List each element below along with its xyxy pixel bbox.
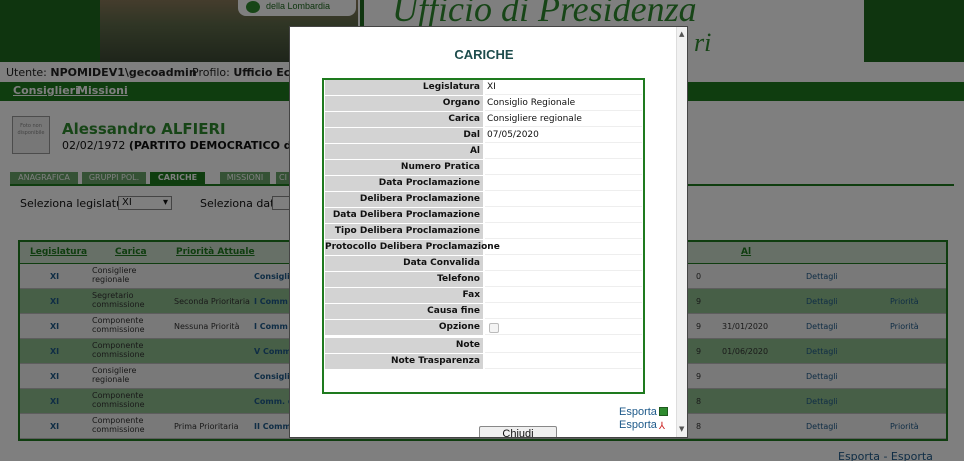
- export-excel-label: Esporta: [619, 406, 657, 418]
- detail-row: Delibera Proclamazione: [325, 192, 642, 208]
- detail-row: Causa fine: [325, 304, 642, 320]
- excel-icon: [658, 407, 668, 416]
- detail-row: Fax: [325, 288, 642, 304]
- detail-value: [485, 208, 642, 223]
- detail-value: [485, 192, 642, 207]
- detail-label: Opzione: [325, 320, 483, 335]
- detail-value: [485, 240, 642, 255]
- detail-value: [485, 272, 642, 287]
- detail-label: Data Delibera Proclamazione: [325, 208, 483, 223]
- detail-row: Numero Pratica: [325, 160, 642, 176]
- detail-row: Legislatura XI: [325, 80, 642, 96]
- detail-value: 07/05/2020: [485, 128, 642, 143]
- detail-label: Data Proclamazione: [325, 176, 483, 191]
- close-button[interactable]: Chiudi: [479, 426, 557, 437]
- detail-row: Note: [325, 338, 642, 354]
- scroll-up-icon[interactable]: ▲: [679, 30, 684, 38]
- detail-label: Al: [325, 144, 483, 159]
- detail-row: Data Delibera Proclamazione: [325, 208, 642, 224]
- detail-value: [485, 144, 642, 159]
- detail-label: Organo: [325, 96, 483, 111]
- detail-row: Opzione: [325, 320, 642, 336]
- detail-label: Causa fine: [325, 304, 483, 319]
- detail-label: Fax: [325, 288, 483, 303]
- detail-table: Note Trasparenza Note Opzione Causa fine Fax…: [322, 78, 645, 437]
- detail-row: Protocollo Delibera Proclamazione: [325, 240, 642, 256]
- detail-row: Organo Consiglio Regionale: [325, 96, 642, 112]
- detail-value: [485, 288, 642, 303]
- detail-row: Data Proclamazione: [325, 176, 642, 192]
- detail-value: [485, 256, 642, 271]
- detail-value: Consiglio Regionale: [485, 96, 642, 111]
- detail-row: Carica Consigliere regionale: [325, 112, 642, 128]
- detail-label: Legislatura: [325, 80, 483, 95]
- detail-label: Protocollo Delibera Proclamazione: [325, 240, 500, 255]
- detail-value: [485, 320, 642, 335]
- detail-row: Data Convalida: [325, 256, 642, 272]
- dialog-title: CARICHE: [454, 47, 514, 62]
- pdf-icon: ⅄: [658, 421, 666, 432]
- detail-label: Dal: [325, 128, 483, 143]
- detail-value: [485, 304, 642, 319]
- export-pdf-label: Esporta: [619, 419, 657, 431]
- opzione-checkbox[interactable]: [489, 323, 499, 333]
- export-excel-link[interactable]: Esporta: [619, 406, 668, 418]
- detail-value: [485, 176, 642, 191]
- export-pdf-link[interactable]: Esporta ⅄: [619, 419, 669, 432]
- detail-label: Tipo Delibera Proclamazione: [325, 224, 483, 239]
- detail-row: Tipo Delibera Proclamazione: [325, 224, 642, 240]
- detail-value: [485, 338, 642, 353]
- detail-row: Telefono: [325, 272, 642, 288]
- detail-label: Telefono: [325, 272, 483, 287]
- detail-value: [485, 354, 642, 369]
- dialog-scrollbar[interactable]: ▲ ▼: [676, 27, 687, 437]
- detail-label: Data Convalida: [325, 256, 483, 271]
- detail-label: Note: [325, 338, 483, 353]
- detail-value: [485, 160, 642, 175]
- cariche-dialog: CARICHE Note Trasparenza Note Opzione Causa…: [289, 26, 688, 438]
- detail-row: Note Trasparenza: [325, 354, 642, 370]
- detail-label: Note Trasparenza: [325, 354, 483, 369]
- detail-value: Consigliere regionale: [485, 112, 642, 127]
- detail-row: Al: [325, 144, 642, 160]
- detail-label: Delibera Proclamazione: [325, 192, 483, 207]
- detail-value: [485, 224, 642, 239]
- detail-label: Carica: [325, 112, 483, 127]
- detail-value: XI: [485, 80, 642, 95]
- scroll-down-icon[interactable]: ▼: [679, 425, 684, 433]
- detail-row: Dal 07/05/2020: [325, 128, 642, 144]
- detail-label: Numero Pratica: [325, 160, 483, 175]
